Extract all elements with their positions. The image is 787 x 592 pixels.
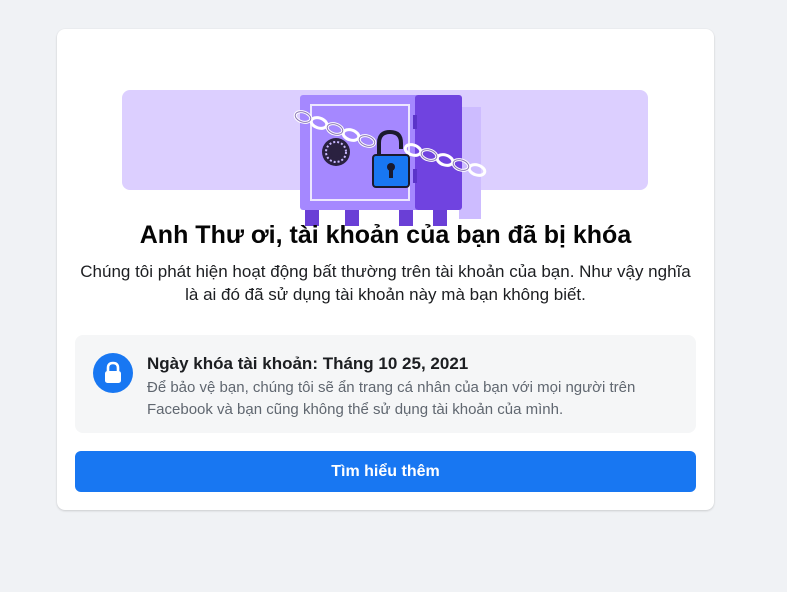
page-title: Anh Thư ơi, tài khoản của bạn đã bị khóa (139, 221, 632, 249)
locked-safe-illustration (122, 90, 648, 226)
lock-description: Chúng tôi phát hiện hoạt động bất thường… (80, 262, 691, 304)
lock-date-info-box: Ngày khóa tài khoản: Tháng 10 25, 2021 Đ… (75, 335, 696, 433)
lock-date-text: Để bảo vệ bạn, chúng tôi sẽ ẩn trang cá … (147, 379, 636, 418)
lock-icon (93, 353, 133, 393)
learn-more-button[interactable]: Tìm hiểu thêm (75, 451, 696, 492)
locked-account-card: Anh Thư ơi, tài khoản của bạn đã bị khóa… (57, 29, 714, 510)
lock-date-title: Ngày khóa tài khoản: Tháng 10 25, 2021 (147, 354, 469, 373)
